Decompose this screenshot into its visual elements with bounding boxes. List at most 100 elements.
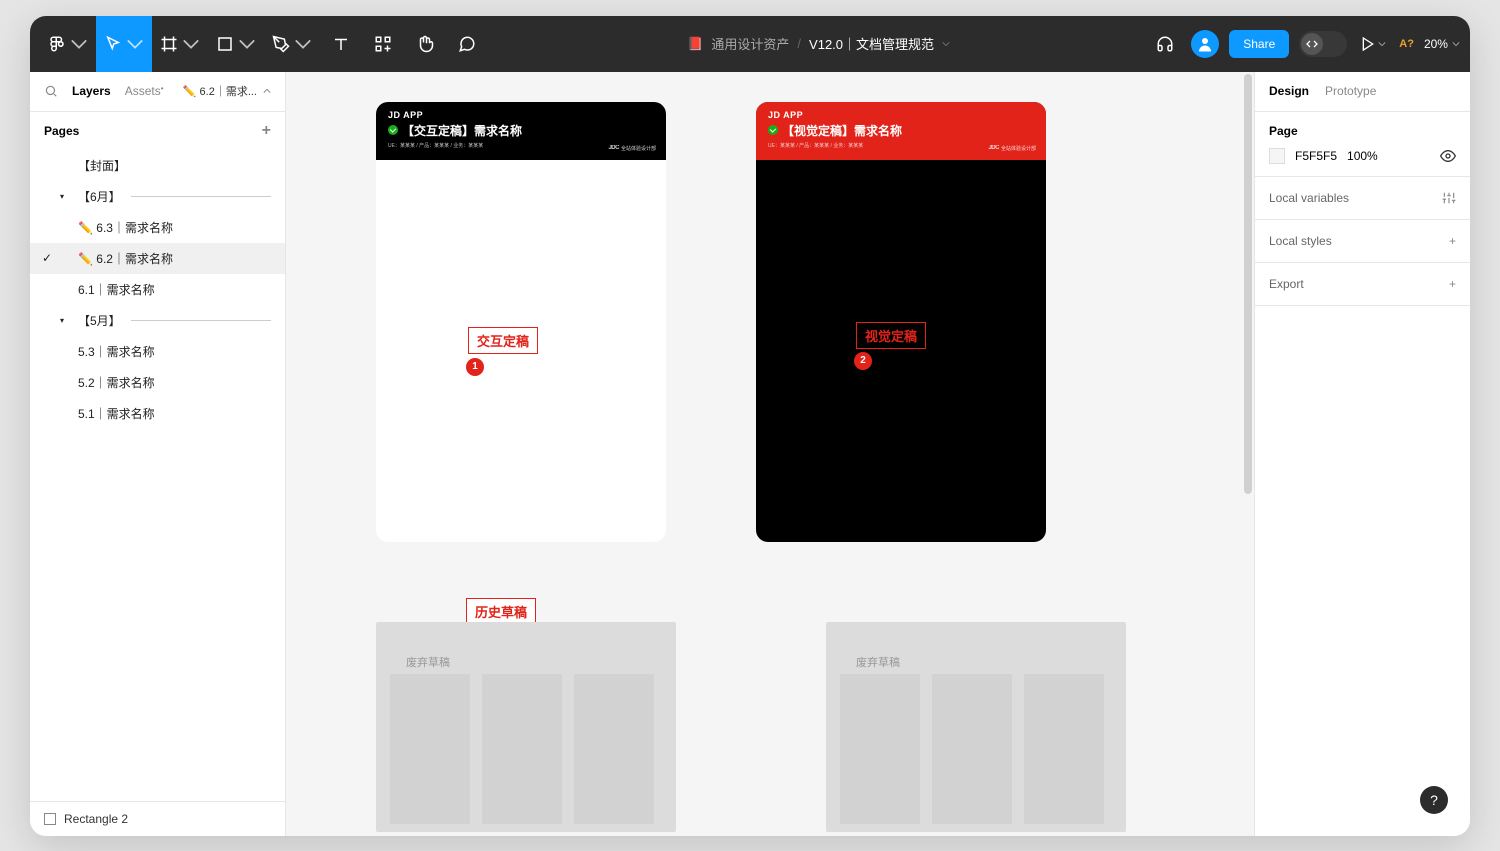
chevron-down-icon [182, 35, 200, 53]
tab-design[interactable]: Design [1269, 84, 1309, 98]
code-icon [1306, 38, 1318, 50]
pages-list: 【封面】 ▾【6月】 ✏️ 6.3｜需求名称 ✓✏️ 6.2｜需求名称 6.1｜… [30, 150, 285, 429]
right-panel: Design Prototype Page F5F5F5 100% Local … [1254, 72, 1470, 836]
status-check-icon [388, 125, 398, 135]
artboard-header: JD APP 【交互定稿】需求名称 UE：某某某 / 产品：某某某 / 业务：某… [376, 102, 666, 160]
help-button[interactable]: ? [1420, 786, 1448, 814]
plus-icon: + [1449, 277, 1456, 291]
local-styles-section[interactable]: Local styles + [1255, 220, 1470, 263]
caret-down-icon: ▾ [60, 316, 64, 325]
comment-tool-button[interactable] [446, 16, 488, 72]
check-icon: ✓ [42, 251, 52, 265]
color-hex[interactable]: F5F5F5 [1295, 149, 1337, 163]
local-variables-section[interactable]: Local variables [1255, 177, 1470, 220]
resources-button[interactable] [362, 16, 404, 72]
move-tool-button[interactable] [96, 16, 152, 72]
selected-layer-name: Rectangle 2 [64, 812, 128, 826]
pen-tool-button[interactable] [264, 16, 320, 72]
headphones-icon [1156, 35, 1174, 53]
figma-icon [48, 35, 66, 53]
zoom-control[interactable]: 20% [1424, 37, 1460, 51]
artboard-interaction[interactable]: JD APP 【交互定稿】需求名称 UE：某某某 / 产品：某某某 / 业务：某… [376, 102, 666, 542]
toolbar-left [40, 16, 488, 72]
sliders-icon [1442, 191, 1456, 205]
page-item[interactable]: 5.2｜需求名称 [30, 367, 285, 398]
app-name: JD APP [388, 110, 654, 120]
export-section[interactable]: Export + [1255, 263, 1470, 306]
shape-tool-button[interactable] [208, 16, 264, 72]
avatar[interactable] [1191, 30, 1219, 58]
left-panel: Layers Assets• ✏️ 6.2｜需求... Pages + 【封面】… [30, 72, 286, 836]
toolbar-right: Share A? 20% [1149, 28, 1460, 60]
missing-fonts-badge[interactable]: A? [1399, 38, 1414, 50]
artboard-history-2[interactable]: 废弃草稿 [826, 622, 1126, 832]
page-item[interactable]: 5.1｜需求名称 [30, 398, 285, 429]
left-panel-footer[interactable]: Rectangle 2 [30, 801, 285, 836]
artboard-visual[interactable]: JD APP 【视觉定稿】需求名称 UE：某某某 / 产品：某某某 / 业务：某… [756, 102, 1046, 542]
dev-mode-knob [1301, 33, 1323, 55]
chevron-down-icon [70, 35, 88, 53]
play-icon [1360, 36, 1376, 52]
present-button[interactable] [1357, 28, 1389, 60]
chevron-down-icon [294, 35, 312, 53]
page-section-title: Page [1269, 124, 1456, 138]
chevron-down-icon [1378, 40, 1386, 48]
artboard-logo: JDC全站体验设计部 [988, 145, 1036, 152]
page-item-group[interactable]: ▾【5月】 [30, 305, 285, 336]
plus-icon: + [1449, 234, 1456, 248]
dev-mode-toggle[interactable] [1299, 31, 1347, 57]
text-icon [332, 35, 350, 53]
share-button[interactable]: Share [1229, 30, 1289, 58]
frame-tool-button[interactable] [152, 16, 208, 72]
top-toolbar: 📕 通用设计资产 / V12.0｜文档管理规范 Share [30, 16, 1470, 72]
status-check-icon [768, 125, 778, 135]
page-section: Page F5F5F5 100% [1255, 112, 1470, 177]
callout-label: 历史草稿 [466, 598, 536, 625]
artboard-title: 【视觉定稿】需求名称 [782, 122, 902, 139]
page-item[interactable]: 5.3｜需求名称 [30, 336, 285, 367]
canvas[interactable]: JD APP 【交互定稿】需求名称 UE：某某某 / 产品：某某某 / 业务：某… [286, 72, 1254, 836]
pages-header: Pages + [30, 112, 285, 150]
app-name: JD APP [768, 110, 1034, 120]
chevron-down-icon [238, 35, 256, 53]
cursor-icon [104, 35, 122, 53]
annotation-badge: 2 [854, 352, 872, 370]
pen-icon [272, 35, 290, 53]
chevron-up-icon [263, 87, 271, 95]
artboard-title: 【交互定稿】需求名称 [402, 122, 522, 139]
caret-down-icon: ▾ [60, 192, 64, 201]
user-icon [1196, 35, 1214, 53]
add-page-button[interactable]: + [262, 122, 271, 140]
zoom-value: 20% [1424, 37, 1448, 51]
artboard-header: JD APP 【视觉定稿】需求名称 UE：某某某 / 产品：某某某 / 业务：某… [756, 102, 1046, 160]
eye-icon[interactable] [1440, 148, 1456, 164]
tab-assets[interactable]: Assets• [125, 84, 164, 98]
page-item-group[interactable]: ▾【6月】 [30, 181, 285, 212]
resources-icon [374, 35, 392, 53]
callout-label: 视觉定稿 [856, 322, 926, 349]
file-name[interactable]: V12.0｜文档管理规范 [809, 34, 934, 53]
page-item-selected[interactable]: ✓✏️ 6.2｜需求名称 [30, 243, 285, 274]
page-item[interactable]: 6.1｜需求名称 [30, 274, 285, 305]
chevron-down-icon[interactable] [942, 40, 950, 48]
project-name[interactable]: 通用设计资产 [711, 34, 789, 53]
frame-icon [160, 35, 178, 53]
search-icon[interactable] [44, 84, 58, 98]
panel-breadcrumb[interactable]: ✏️ 6.2｜需求... [183, 83, 271, 99]
project-icon: 📕 [687, 36, 703, 52]
color-swatch[interactable] [1269, 148, 1285, 164]
tab-prototype[interactable]: Prototype [1325, 84, 1376, 98]
artboard-history[interactable]: 历史草稿 3 废弃草稿 [376, 622, 676, 832]
text-tool-button[interactable] [320, 16, 362, 72]
tab-layers[interactable]: Layers [72, 84, 111, 98]
color-opacity[interactable]: 100% [1347, 149, 1378, 163]
main-menu-button[interactable] [40, 16, 96, 72]
hand-icon [416, 35, 434, 53]
page-item[interactable]: ✏️ 6.3｜需求名称 [30, 212, 285, 243]
left-panel-tabs: Layers Assets• ✏️ 6.2｜需求... [30, 72, 285, 112]
draft-title: 废弃草稿 [406, 654, 450, 670]
callout-label: 交互定稿 [468, 327, 538, 354]
audio-button[interactable] [1149, 28, 1181, 60]
page-item[interactable]: 【封面】 [30, 150, 285, 181]
hand-tool-button[interactable] [404, 16, 446, 72]
